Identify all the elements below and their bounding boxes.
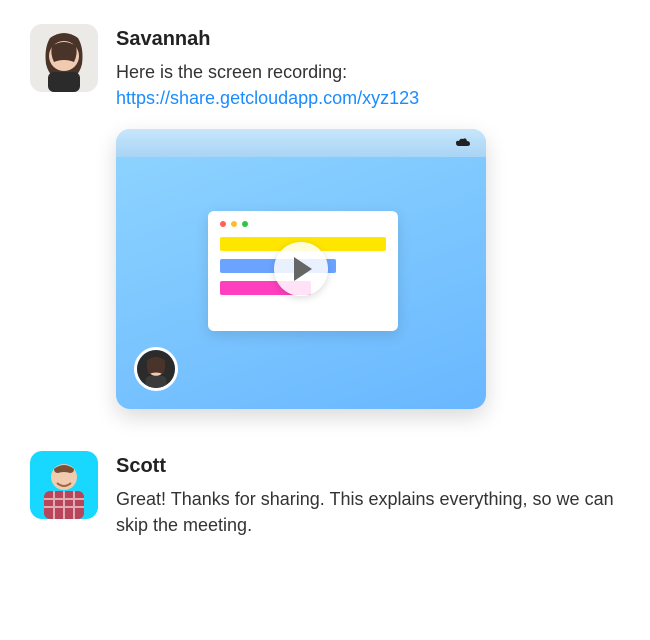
recorder-avatar: [134, 347, 178, 391]
play-icon[interactable]: [274, 242, 328, 296]
message-text: Great! Thanks for sharing. This explains…: [116, 486, 620, 538]
close-dot-icon: [220, 221, 226, 227]
message-body: Savannah Here is the screen recording: h…: [116, 24, 620, 433]
avatar: [30, 24, 98, 92]
message-row: Scott Great! Thanks for sharing. This ex…: [30, 451, 620, 538]
video-preview-card[interactable]: [116, 129, 486, 409]
avatar: [30, 451, 98, 519]
message-row: Savannah Here is the screen recording: h…: [30, 24, 620, 433]
sender-name: Scott: [116, 455, 620, 478]
minimize-dot-icon: [231, 221, 237, 227]
preview-titlebar: [116, 129, 486, 157]
traffic-lights: [220, 221, 386, 227]
cloud-icon: [454, 136, 472, 148]
zoom-dot-icon: [242, 221, 248, 227]
message-text-line: Here is the screen recording:: [116, 62, 347, 82]
sender-name: Savannah: [116, 28, 620, 51]
message-text: Here is the screen recording: https://sh…: [116, 59, 620, 111]
message-body: Scott Great! Thanks for sharing. This ex…: [116, 451, 620, 538]
share-link[interactable]: https://share.getcloudapp.com/xyz123: [116, 88, 419, 108]
